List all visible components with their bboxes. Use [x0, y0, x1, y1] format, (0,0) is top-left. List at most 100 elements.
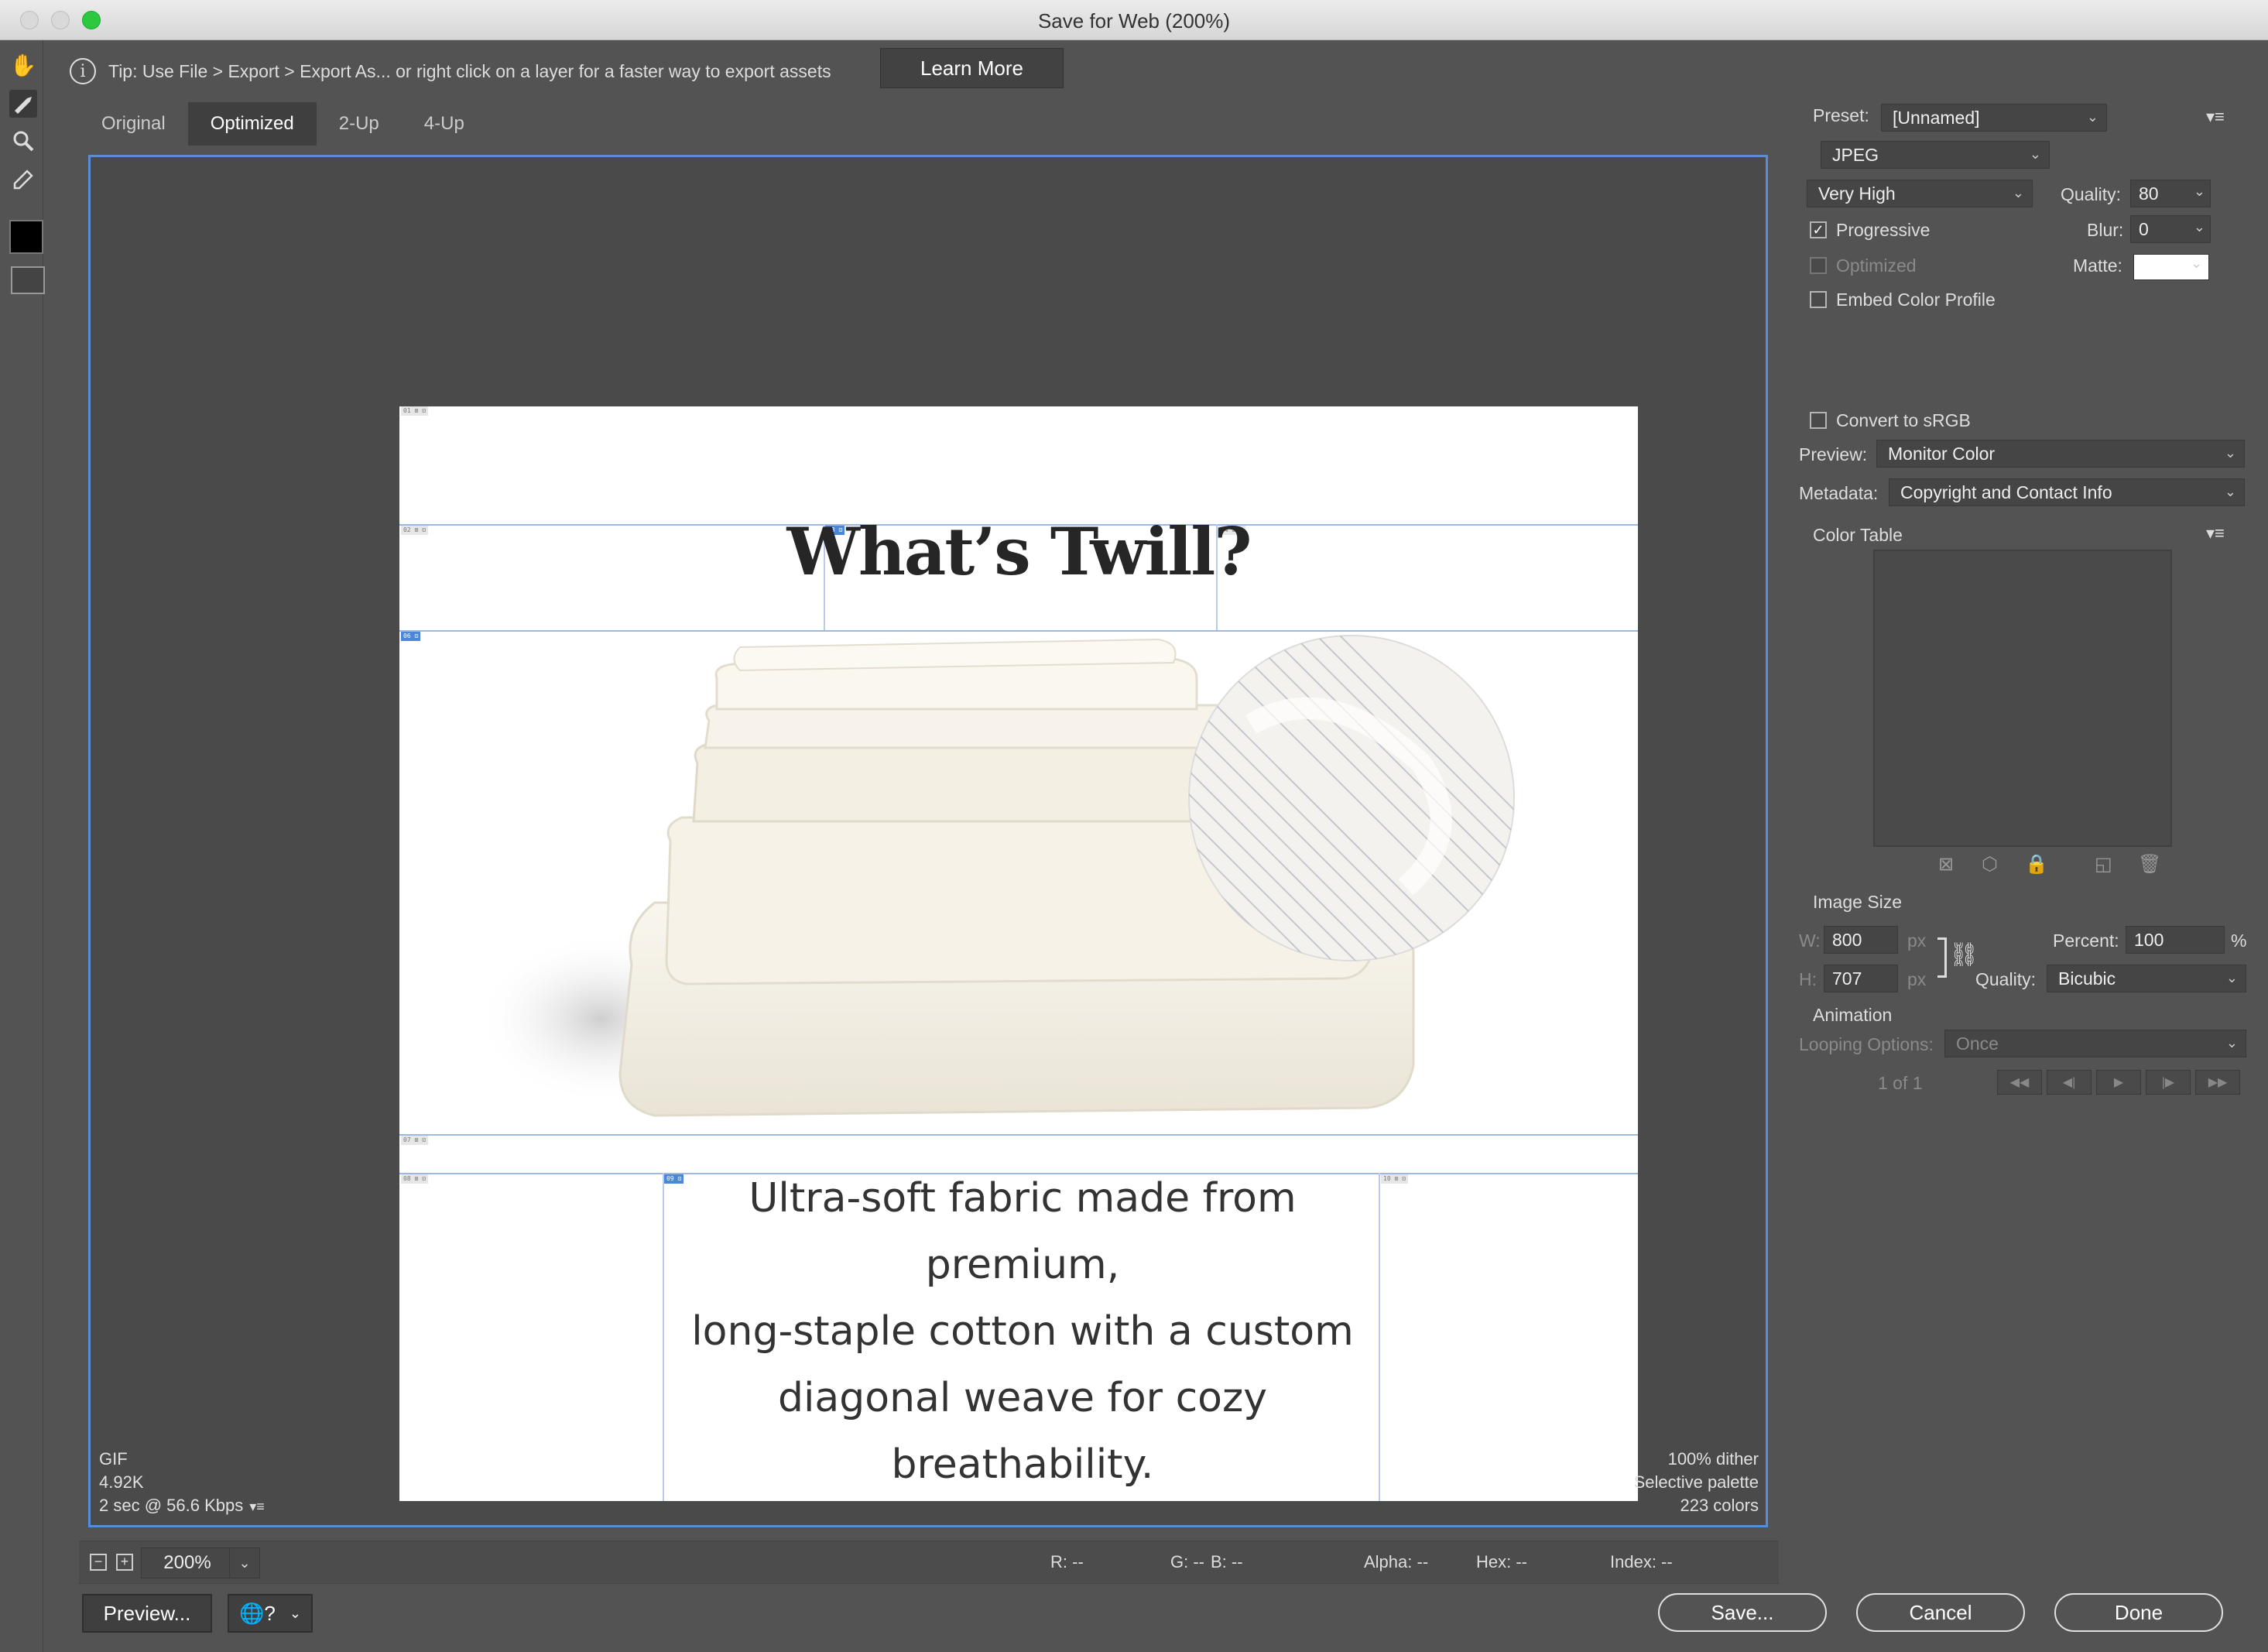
optimized-label: Optimized [1836, 255, 1917, 276]
compression-quality-dropdown[interactable]: Very High ⌄ [1807, 180, 2033, 207]
optimized-file-info: GIF 4.92K 2 sec @ 56.6 Kbps ▾≡ [99, 1448, 265, 1518]
height-unit: px [1907, 969, 1927, 989]
width-unit: px [1907, 931, 1927, 951]
window-title: Save for Web (200%) [1037, 9, 1231, 33]
chevron-down-icon: ⌄ [2224, 445, 2236, 461]
quality-input[interactable]: 80 ⌄ [2130, 180, 2211, 207]
resample-quality-dropdown[interactable]: Bicubic ⌄ [2047, 965, 2246, 992]
browser-icon: 🌐? [239, 1601, 276, 1625]
tab-2-up[interactable]: 2-Up [317, 102, 402, 146]
status-bar: − + 200% ⌄ R: -- G: -- B: -- Alpha: -- H… [79, 1541, 1779, 1584]
zoom-tool-icon[interactable] [9, 127, 37, 155]
preview-label: Preview: [1799, 444, 1868, 464]
blur-label: Blur: [2087, 220, 2124, 240]
optimization-settings-panel: Preset: [Unnamed] ⌄ ▾≡ JPEG ⌄ Very High ⌄ Q… [1780, 101, 2268, 1571]
image-canvas[interactable]: 01 ⊠ ⊡ 02 ⊠ ⊡ 03 ⊡ 04 ⊠ ⊡ 06 ⊡ 07 ⊠ ⊡ 08… [399, 406, 1638, 1501]
new-color-icon[interactable]: ◱ [2095, 853, 2112, 876]
progressive-checkbox[interactable]: ✓ [1810, 221, 1827, 238]
eyedropper-tool-icon[interactable] [9, 166, 37, 194]
slice-select-tool-icon[interactable] [9, 90, 37, 118]
color-count: 223 colors [1680, 1496, 1759, 1515]
slice-tag: 01 ⊠ ⊡ [401, 406, 428, 416]
body-line: diagonal weave for cozy breathability. [777, 1375, 1268, 1488]
cube-icon[interactable]: ⬡ [1982, 853, 1998, 876]
previous-frame-icon[interactable]: ◀| [2047, 1070, 2092, 1095]
metadata-dropdown[interactable]: Copyright and Contact Info ⌄ [1889, 478, 2245, 506]
constrain-proportions-bracket [1937, 937, 1947, 978]
looping-options-value: Once [1956, 1033, 1999, 1054]
embed-color-profile-checkbox[interactable] [1810, 291, 1827, 308]
percent-unit: % [2231, 931, 2247, 951]
looping-options-dropdown[interactable]: Once ⌄ [1944, 1030, 2246, 1057]
web-snap-icon[interactable]: ⊠ [1938, 853, 1954, 876]
progressive-label: Progressive [1836, 220, 1931, 240]
eyedropper-color-swatch[interactable] [9, 220, 43, 254]
color-table[interactable] [1873, 550, 2172, 847]
slice-tag: 08 ⊠ ⊡ [401, 1174, 428, 1184]
resample-quality-value: Bicubic [2058, 968, 2116, 989]
height-label: H: [1799, 969, 1817, 989]
chevron-down-icon[interactable]: ⌄ [2191, 255, 2202, 272]
lock-icon[interactable]: 🔒 [2025, 853, 2048, 876]
matte-label: Matte: [2073, 255, 2122, 276]
file-format-value: JPEG [1832, 144, 1879, 165]
palette-type: Selective palette [1633, 1472, 1759, 1492]
height-input[interactable]: 707 [1824, 965, 1898, 992]
dither-info: 100% dither [1667, 1449, 1759, 1469]
browser-select-button[interactable]: 🌐? ⌄ [228, 1594, 313, 1633]
zoom-dropdown-chevron-icon[interactable]: ⌄ [229, 1547, 260, 1578]
preview-color-value: Monitor Color [1888, 443, 1996, 464]
preset-dropdown[interactable]: [Unnamed] ⌄ [1881, 104, 2107, 132]
convert-srgb-label: Convert to sRGB [1836, 410, 1971, 430]
cancel-button[interactable]: Cancel [1856, 1593, 2025, 1632]
red-readout: R: -- [1050, 1552, 1084, 1571]
metadata-value: Copyright and Contact Info [1900, 482, 2112, 502]
sheets-product-image [477, 635, 1515, 1117]
width-input[interactable]: 800 [1824, 926, 1898, 954]
preview-in-browser-button[interactable]: Preview... [82, 1594, 212, 1633]
chevron-down-icon: ⌄ [2086, 109, 2098, 125]
looping-options-label: Looping Options: [1799, 1034, 1934, 1054]
save-button[interactable]: Save... [1658, 1593, 1827, 1632]
zoom-level-field[interactable]: 200% [141, 1547, 234, 1578]
tab-original[interactable]: Original [79, 102, 188, 146]
alpha-readout: Alpha: -- [1364, 1552, 1429, 1571]
embed-color-profile-label: Embed Color Profile [1836, 290, 1996, 310]
convert-srgb-checkbox[interactable] [1810, 412, 1827, 429]
toggle-slices-visibility-icon[interactable] [11, 266, 45, 294]
zoom-out-button[interactable]: − [90, 1554, 107, 1571]
done-button[interactable]: Done [2054, 1593, 2223, 1632]
index-readout: Index: -- [1610, 1552, 1673, 1571]
file-format: GIF [99, 1449, 128, 1469]
zoom-in-button[interactable]: + [116, 1554, 133, 1571]
file-format-dropdown[interactable]: JPEG ⌄ [1821, 141, 2050, 169]
percent-input[interactable]: 100 [2126, 926, 2225, 954]
download-speed-menu-icon[interactable]: ▾≡ [249, 1499, 265, 1514]
percent-label: Percent: [2053, 931, 2119, 951]
slice-tag: 10 ⊠ ⊡ [1381, 1174, 1408, 1184]
preview-color-dropdown[interactable]: Monitor Color ⌄ [1876, 440, 2245, 468]
chevron-down-icon: ⌄ [2012, 185, 2024, 201]
chevron-down-icon: ⌄ [2225, 1035, 2238, 1050]
resample-quality-label: Quality: [1975, 969, 2036, 989]
blur-input[interactable]: 0 ⌄ [2130, 215, 2211, 243]
first-frame-icon[interactable]: ◀◀ [1997, 1070, 2042, 1095]
tab-4-up[interactable]: 4-Up [402, 102, 487, 146]
tool-strip: ✋ [0, 40, 45, 1652]
play-icon[interactable]: ▶ [2096, 1070, 2141, 1095]
headline-text: What’s Twill? [786, 513, 1252, 590]
hand-tool-icon[interactable]: ✋ [9, 51, 37, 79]
link-proportions-icon[interactable]: ⛓ [1949, 941, 1979, 968]
optimize-menu-icon[interactable]: ▾≡ [2206, 107, 2225, 127]
optimized-checkbox[interactable] [1810, 257, 1827, 274]
learn-more-button[interactable]: Learn More [880, 48, 1064, 88]
tab-optimized[interactable]: Optimized [187, 102, 317, 146]
trash-icon[interactable]: 🗑 [2138, 853, 2161, 876]
next-frame-icon[interactable]: |▶ [2146, 1070, 2191, 1095]
last-frame-icon[interactable]: ▶▶ [2195, 1070, 2240, 1095]
info-icon: i [70, 58, 96, 84]
image-size-heading: Image Size [1813, 892, 1903, 912]
color-table-menu-icon[interactable]: ▾≡ [2206, 523, 2225, 543]
file-size: 4.92K [99, 1472, 144, 1492]
optimized-preview-pane[interactable]: 01 ⊠ ⊡ 02 ⊠ ⊡ 03 ⊡ 04 ⊠ ⊡ 06 ⊡ 07 ⊠ ⊡ 08… [88, 155, 1768, 1527]
